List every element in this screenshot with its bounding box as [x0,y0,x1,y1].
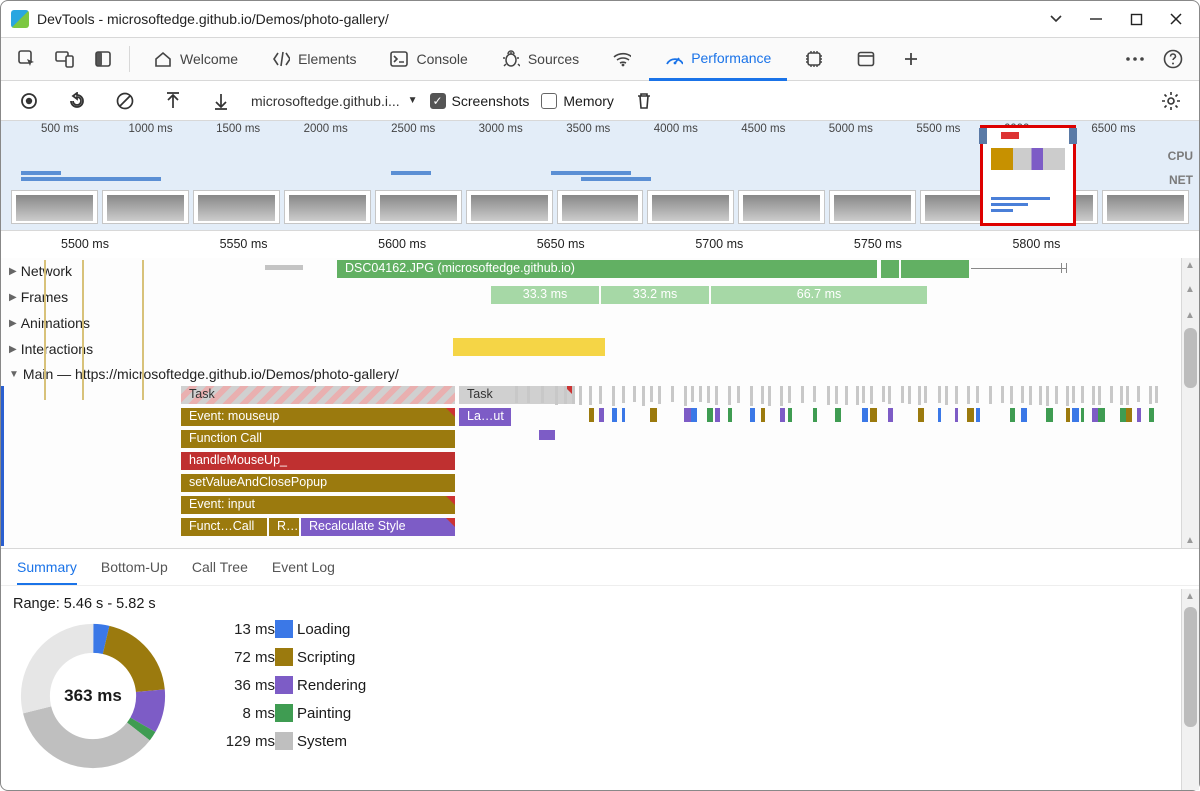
close-icon[interactable] [1169,12,1183,26]
tab-label: Performance [691,50,771,66]
donut-total: 363 ms [17,620,169,772]
summary-donut: 363 ms [17,620,169,772]
flame-handle[interactable]: handleMouseUp_ [181,452,455,470]
interaction-bar[interactable] [453,338,605,356]
screenshots-checkbox[interactable]: ✓Screenshots [430,93,530,109]
upload-icon[interactable] [155,83,191,119]
help-icon[interactable] [1155,41,1191,77]
overview-selection[interactable] [980,125,1076,226]
device-toggle-icon[interactable] [47,41,83,77]
flame-mini[interactable] [539,430,555,440]
frame-bar[interactable]: 33.2 ms [601,286,709,304]
tab-label: Elements [298,51,356,67]
console-icon [390,50,408,68]
frame-bar[interactable]: 66.7 ms [711,286,927,304]
home-icon [154,50,172,68]
main-gutter [1,386,181,546]
tab-console[interactable]: Console [374,37,483,81]
selection-handle-left[interactable] [979,128,987,144]
clear-icon[interactable] [107,83,143,119]
gear-icon[interactable] [1153,83,1189,119]
checkbox-label: Screenshots [452,93,530,109]
more-icon[interactable] [1117,41,1153,77]
minimize-icon[interactable] [1089,12,1103,26]
recording-name: microsoftedge.github.i... [251,93,400,109]
details-panel: Summary Bottom-Up Call Tree Event Log Ra… [1,548,1199,790]
tab-label: Welcome [180,51,238,67]
selection-handle-right[interactable] [1069,128,1077,144]
net-tail [971,268,1066,269]
tab-eventlog[interactable]: Event Log [272,559,335,575]
tab-performance[interactable]: Performance [649,37,787,81]
code-icon [272,50,290,68]
flame-chart[interactable]: ▶Network DSC04162.JPG (microsoftedge.git… [1,258,1199,548]
flame-recalc[interactable]: Recalculate Style [301,518,455,536]
trash-icon[interactable] [626,83,662,119]
detail-ruler: 5500 ms5550 ms5600 ms5650 ms5700 ms5750 … [1,231,1199,258]
app-icon [11,10,29,28]
tab-sources[interactable]: Sources [486,37,595,81]
tab-label: Sources [528,51,579,67]
dock-side-icon[interactable] [85,41,121,77]
gauge-icon [665,49,683,67]
perf-toolbar: microsoftedge.github.i... ▼ ✓Screenshots… [1,81,1199,121]
net-tail [265,265,303,270]
overview-netbars [991,197,1065,217]
tab-network-cond[interactable] [597,37,647,81]
recording-select[interactable]: microsoftedge.github.i... ▼ [251,93,418,109]
memory-checkbox[interactable]: Memory [541,93,614,109]
network-request-bar[interactable] [901,260,969,278]
net-label: NET [1169,173,1193,187]
tab-bottomup[interactable]: Bottom-Up [101,559,168,575]
cpu-label: CPU [1168,149,1193,163]
scrollbar-vertical[interactable]: ▲ ▲ ▲ ▲ [1181,258,1199,548]
overview-sparkline [991,148,1065,170]
chip-icon [805,50,823,68]
network-request-bar[interactable]: DSC04162.JPG (microsoftedge.github.io) [337,260,877,278]
timeline-overview[interactable]: 500 ms1000 ms1500 ms2000 ms2500 ms3000 m… [1,121,1199,231]
window-icon [857,50,875,68]
dropdown-arrow-icon: ▼ [408,95,418,106]
tab-application[interactable] [841,37,891,81]
window-titlebar: DevTools - microsoftedge.github.io/Demos… [1,1,1199,37]
overview-net-bars [21,171,1079,183]
summary-legend: 13 msLoading72 msScripting36 msRendering… [205,620,366,750]
tab-elements[interactable]: Elements [256,37,372,81]
window-title: DevTools - microsoftedge.github.io/Demos… [37,11,389,27]
frame-bar[interactable]: 33.3 ms [491,286,599,304]
inspect-icon[interactable] [9,41,45,77]
devtools-tabs: Welcome Elements Console Sources Perform… [1,37,1199,81]
flame-evtinput[interactable]: Event: input [181,496,455,514]
flame-call2[interactable]: Funct…Call [181,518,267,536]
flame-r[interactable]: R… [269,518,299,536]
main-lane[interactable]: Task Task Event: mouseup La…ut Function … [181,386,1199,546]
record-icon[interactable] [11,83,47,119]
flame-call[interactable]: Function Call [181,430,455,448]
tab-memory-panel[interactable] [789,37,839,81]
network-request-bar[interactable] [881,260,899,278]
tab-summary[interactable]: Summary [17,559,77,585]
add-tab-icon[interactable] [893,41,929,77]
tab-label: Console [416,51,467,67]
scroll-thumb[interactable] [1184,607,1197,727]
chevron-down-icon[interactable] [1049,12,1063,26]
tab-calltree[interactable]: Call Tree [192,559,248,575]
summary-range: Range: 5.46 s - 5.82 s [1,586,1199,616]
maximize-icon[interactable] [1129,12,1143,26]
download-icon[interactable] [203,83,239,119]
tab-welcome[interactable]: Welcome [138,37,254,81]
wifi-icon [613,50,631,68]
scroll-thumb[interactable] [1184,328,1197,388]
flame-setval[interactable]: setValueAndClosePopup [181,474,455,492]
reload-icon[interactable] [59,83,95,119]
bug-icon [502,50,520,68]
details-tabs: Summary Bottom-Up Call Tree Event Log [1,549,1199,586]
checkbox-label: Memory [563,93,614,109]
scrollbar-vertical[interactable]: ▲ [1181,589,1199,790]
